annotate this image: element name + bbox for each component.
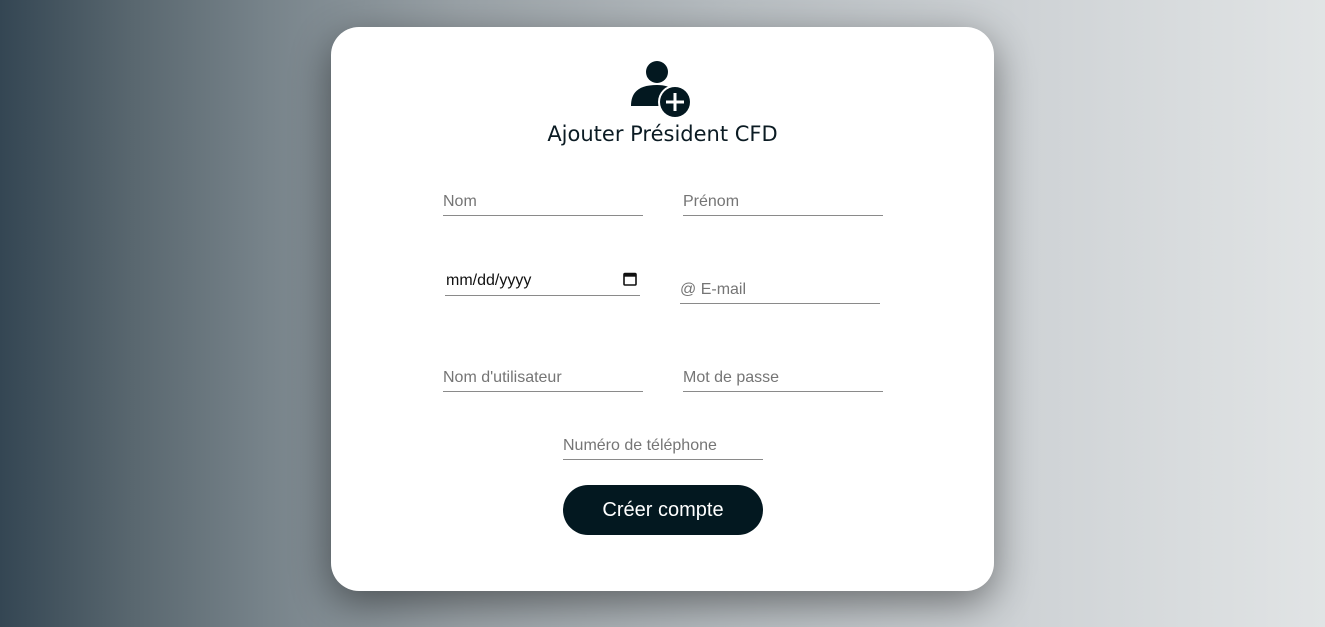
password-input[interactable] [683, 364, 883, 392]
email-input[interactable] [680, 276, 880, 304]
last-name-input[interactable] [443, 188, 643, 216]
birthdate-input[interactable]: mm/dd/yyyy [445, 267, 640, 296]
add-user-icon [631, 61, 692, 119]
first-name-input[interactable] [683, 188, 883, 216]
signup-card: Ajouter Président CFD mm/dd/yyyy Créer c… [331, 27, 994, 591]
date-placeholder: mm/dd/yyyy [446, 272, 532, 289]
create-account-button[interactable]: Créer compte [563, 485, 763, 535]
calendar-icon[interactable] [623, 272, 637, 286]
page-title: Ajouter Président CFD [547, 122, 778, 146]
phone-input[interactable] [563, 432, 763, 460]
username-input[interactable] [443, 364, 643, 392]
